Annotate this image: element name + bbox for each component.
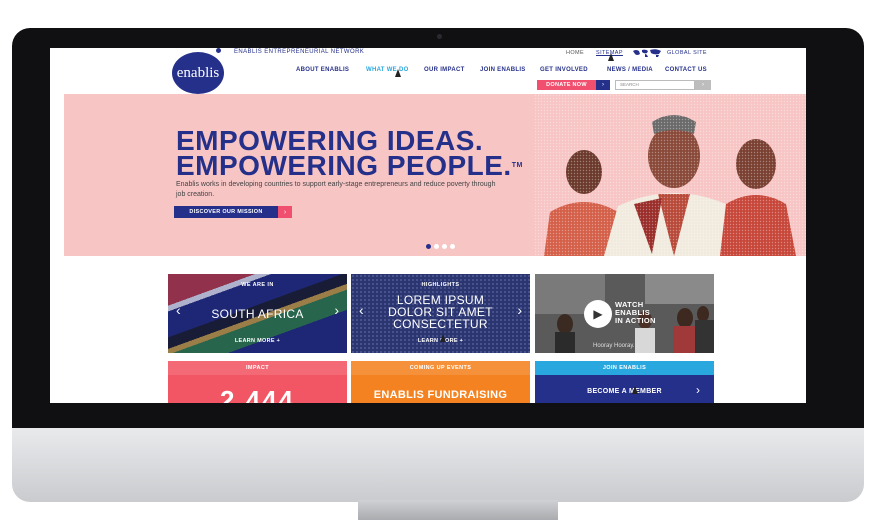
impact-figure: 2,444: [219, 385, 296, 403]
tile-join[interactable]: JOIN ENABLIS BECOME A MEMBER ›: [535, 361, 714, 403]
world-map-icon: [633, 49, 661, 57]
global-site-link[interactable]: GLOBAL SITE: [667, 50, 707, 56]
play-icon[interactable]: ▶: [584, 300, 612, 328]
event-title: ENABLIS FUNDRAISING: [373, 389, 508, 401]
nav-news-media[interactable]: NEWS / MEDIA: [607, 67, 653, 73]
discover-mission-button[interactable]: DISCOVER OUR MISSION: [174, 206, 278, 218]
nav-join[interactable]: JOIN ENABLIS: [480, 67, 526, 73]
nav-what-we-do[interactable]: WHAT WE DO: [366, 67, 409, 73]
screen: enablis ENABLIS ENTREPRENEURIAL NETWORK …: [50, 48, 806, 403]
home-link[interactable]: HOME: [566, 50, 584, 56]
cursor-icon: [440, 334, 446, 342]
slider-dot-4[interactable]: [450, 244, 455, 249]
logo-dot: [216, 48, 221, 53]
tile-heading: WE ARE IN: [241, 282, 274, 288]
tile-we-are-in[interactable]: WE ARE IN ‹ SOUTH AFRICA › LEARN MORE +: [168, 274, 347, 353]
watch-line-3: IN ACTION: [615, 316, 656, 325]
cursor-icon: [632, 386, 638, 394]
site-header: enablis ENABLIS ENTREPRENEURIAL NETWORK …: [50, 48, 806, 94]
hero-description: Enablis works in developing countries to…: [176, 181, 496, 198]
tagline: ENABLIS ENTREPRENEURIAL NETWORK: [234, 49, 365, 55]
become-member-link[interactable]: BECOME A MEMBER: [535, 388, 714, 395]
tile-heading: COMING UP EVENTS: [409, 365, 472, 371]
camera-icon: [437, 34, 442, 39]
chevron-right-icon[interactable]: ›: [696, 383, 700, 397]
hero-banner: EMPOWERING IDEAS. EMPOWERING PEOPLE.TM E…: [64, 94, 806, 256]
tile-heading: HIGHLIGHTS: [421, 282, 460, 288]
cta-arrow-icon[interactable]: ›: [278, 206, 292, 218]
nav-contact[interactable]: CONTACT US: [665, 67, 707, 73]
video-caption: Hooray Hooray...: [593, 343, 638, 349]
cursor-icon: [608, 53, 614, 61]
learn-more-link[interactable]: LEARN MORE +: [168, 338, 347, 344]
hero-title: EMPOWERING IDEAS. EMPOWERING PEOPLE.TM: [176, 127, 523, 181]
slider-dot-3[interactable]: [442, 244, 447, 249]
search-input[interactable]: SEARCH: [615, 80, 695, 90]
slider-dot-1[interactable]: [426, 244, 431, 249]
watch-label: WATCH ENABLIS IN ACTION: [615, 301, 656, 325]
country-name: SOUTH AFRICA: [211, 307, 304, 321]
monitor-stand: [358, 500, 558, 520]
tile-heading: JOIN ENABLIS: [602, 365, 647, 371]
logo[interactable]: enablis: [172, 52, 224, 94]
hero-people-image: [534, 94, 806, 256]
tile-heading: IMPACT: [245, 365, 270, 371]
highlight-line-3: CONSECTETUR: [393, 317, 488, 331]
cursor-icon: [395, 69, 401, 77]
chevron-right-icon[interactable]: ›: [334, 302, 339, 318]
donate-arrow-icon[interactable]: ›: [596, 80, 610, 90]
slider-dot-2[interactable]: [434, 244, 439, 249]
tile-impact[interactable]: IMPACT 2,444: [168, 361, 347, 403]
nav-our-impact[interactable]: OUR IMPACT: [424, 67, 465, 73]
tile-video[interactable]: ▶ WATCH ENABLIS IN ACTION Hooray Hooray.…: [535, 274, 714, 353]
nav-get-involved[interactable]: GET INVOLVED: [540, 67, 588, 73]
search-button[interactable]: ›: [695, 80, 711, 90]
hero-title-line2: EMPOWERING PEOPLE.TM: [176, 150, 523, 181]
donate-button[interactable]: DONATE NOW: [537, 80, 596, 90]
chevron-right-icon[interactable]: ›: [517, 302, 522, 318]
slider-dots: [426, 244, 455, 249]
monitor-chin: [12, 428, 864, 502]
nav-about[interactable]: ABOUT ENABLIS: [296, 67, 349, 73]
tile-events[interactable]: COMING UP EVENTS ENABLIS FUNDRAISING: [351, 361, 530, 403]
trademark: TM: [511, 162, 523, 169]
